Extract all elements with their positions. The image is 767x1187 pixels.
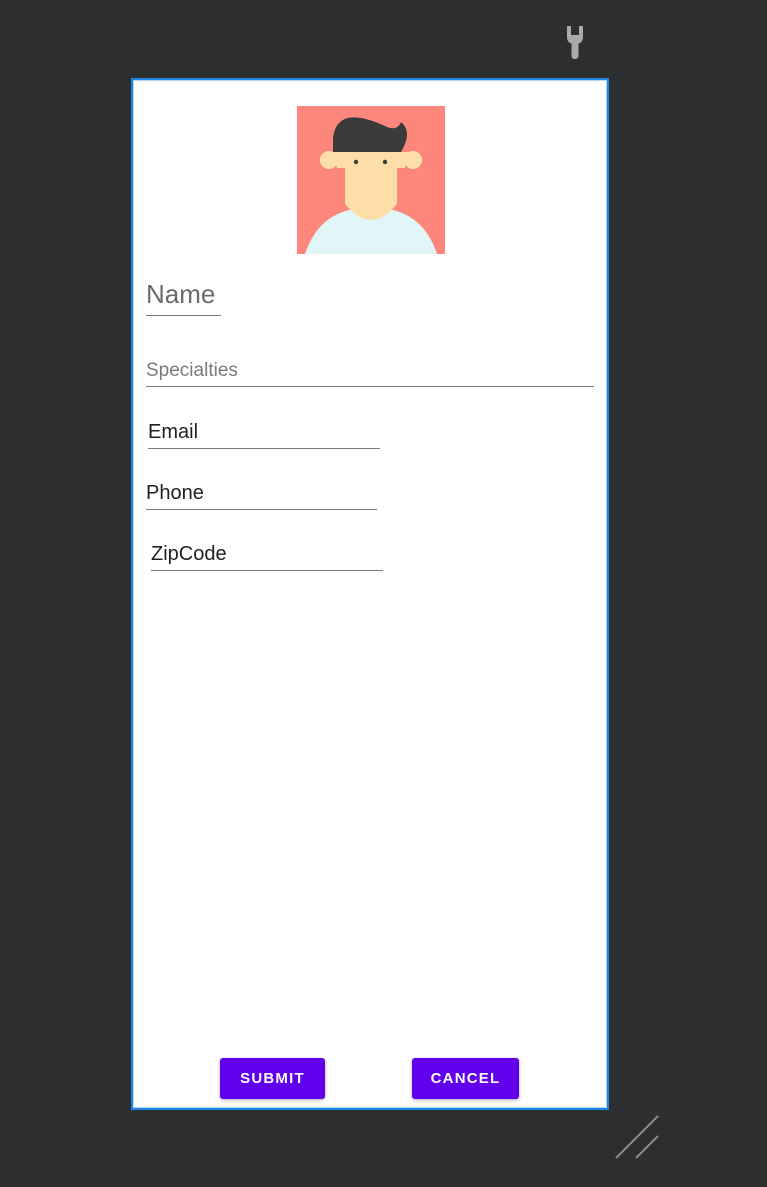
phone-field[interactable]: Phone	[146, 483, 377, 510]
specialties-field[interactable]: Specialties	[146, 361, 594, 387]
avatar[interactable]	[297, 106, 445, 254]
wrench-icon[interactable]	[562, 24, 588, 60]
cancel-button[interactable]: CANCEL	[412, 1058, 519, 1099]
email-field[interactable]: Email	[148, 422, 380, 449]
submit-button[interactable]: SUBMIT	[220, 1058, 325, 1099]
name-field[interactable]: Name	[146, 280, 221, 316]
device-preview-frame: Name Specialties Email Phone ZipCode SUB…	[131, 78, 609, 1110]
avatar-illustration	[297, 106, 445, 254]
zipcode-field[interactable]: ZipCode	[151, 544, 383, 571]
resize-handle-icon[interactable]	[614, 1114, 660, 1160]
